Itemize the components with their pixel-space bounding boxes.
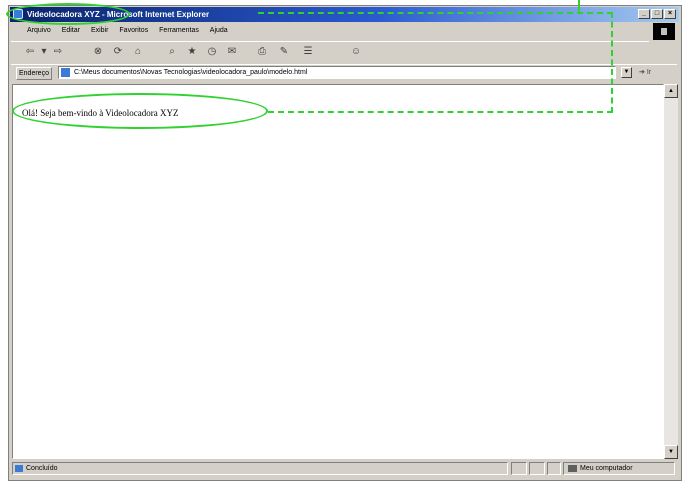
print-icon[interactable]: ⎙	[255, 45, 269, 59]
status-cell	[547, 462, 561, 475]
page-done-icon	[15, 465, 23, 472]
menu-arquivo[interactable]: Arquivo	[27, 27, 51, 34]
title-highlight-ellipse	[6, 3, 130, 25]
menu-bar: Arquivo Editar Exibir Favoritos Ferramen…	[11, 24, 677, 38]
text-highlight-ellipse	[12, 93, 268, 129]
go-label: Ir	[646, 69, 652, 76]
forward-icon[interactable]: ⇨	[51, 45, 65, 59]
dropdown-icon[interactable]: ▾	[37, 45, 51, 59]
address-input[interactable]: C:\Meus documentos\Novas Tecnologias\vid…	[58, 66, 616, 79]
status-zone: Meu computador	[563, 462, 675, 475]
vertical-connector-line	[611, 12, 613, 113]
zone-text: Meu computador	[580, 465, 633, 472]
menu-ferramentas[interactable]: Ferramentas	[159, 27, 199, 34]
discuss-icon[interactable]: ☰	[301, 45, 315, 59]
stop-icon[interactable]: ⊗	[91, 45, 105, 59]
maximize-button[interactable]: □	[651, 9, 663, 19]
go-button[interactable]: ➔ Ir	[639, 67, 651, 78]
status-main: Concluído	[12, 462, 508, 475]
top-connector-line	[578, 0, 580, 12]
scroll-up-button[interactable]: ▲	[664, 84, 678, 98]
menu-ajuda[interactable]: Ajuda	[210, 27, 228, 34]
status-cell	[529, 462, 545, 475]
address-url: C:\Meus documentos\Novas Tecnologias\vid…	[74, 69, 308, 76]
standard-toolbar: ⇦ ▾ ⇨ ⊗ ⟳ ⌂ ⌕ ★ ◷ ✉ ⎙ ✎ ☰ ☺	[11, 41, 649, 62]
vertical-scrollbar[interactable]: ▲ ▼	[664, 84, 678, 459]
windows-logo-throbber	[653, 23, 675, 40]
text-connector-line	[268, 111, 613, 113]
address-label: Endereço	[16, 67, 52, 80]
edit-icon[interactable]: ✎	[277, 45, 291, 59]
address-bar: Endereço C:\Meus documentos\Novas Tecnol…	[11, 64, 677, 81]
status-cell	[511, 462, 527, 475]
mail-icon[interactable]: ✉	[225, 45, 239, 59]
go-arrow-icon: ➔	[639, 69, 645, 76]
back-icon[interactable]: ⇦	[23, 45, 37, 59]
page-content: Olá! Seja bem-vindo à Videolocadora XYZ	[12, 84, 664, 459]
menu-favoritos[interactable]: Favoritos	[119, 27, 148, 34]
home-icon[interactable]: ⌂	[131, 45, 145, 59]
scroll-down-button[interactable]: ▼	[664, 445, 678, 459]
computer-icon	[568, 465, 577, 472]
menu-editar[interactable]: Editar	[62, 27, 80, 34]
minimize-button[interactable]: _	[638, 9, 650, 19]
refresh-icon[interactable]: ⟳	[111, 45, 125, 59]
close-button[interactable]: ×	[664, 9, 676, 19]
page-icon	[61, 68, 70, 77]
history-icon[interactable]: ◷	[205, 45, 219, 59]
status-text: Concluído	[26, 465, 58, 472]
status-bar: Concluído Meu computador	[11, 461, 677, 477]
address-dropdown-button[interactable]: ▼	[621, 67, 632, 78]
browser-window: Videolocadora XYZ - Microsoft Internet E…	[8, 5, 682, 481]
favorites-icon[interactable]: ★	[185, 45, 199, 59]
search-icon[interactable]: ⌕	[165, 45, 179, 59]
menu-exibir[interactable]: Exibir	[91, 27, 109, 34]
messenger-icon[interactable]: ☺	[349, 45, 363, 59]
title-connector-line	[258, 12, 613, 14]
